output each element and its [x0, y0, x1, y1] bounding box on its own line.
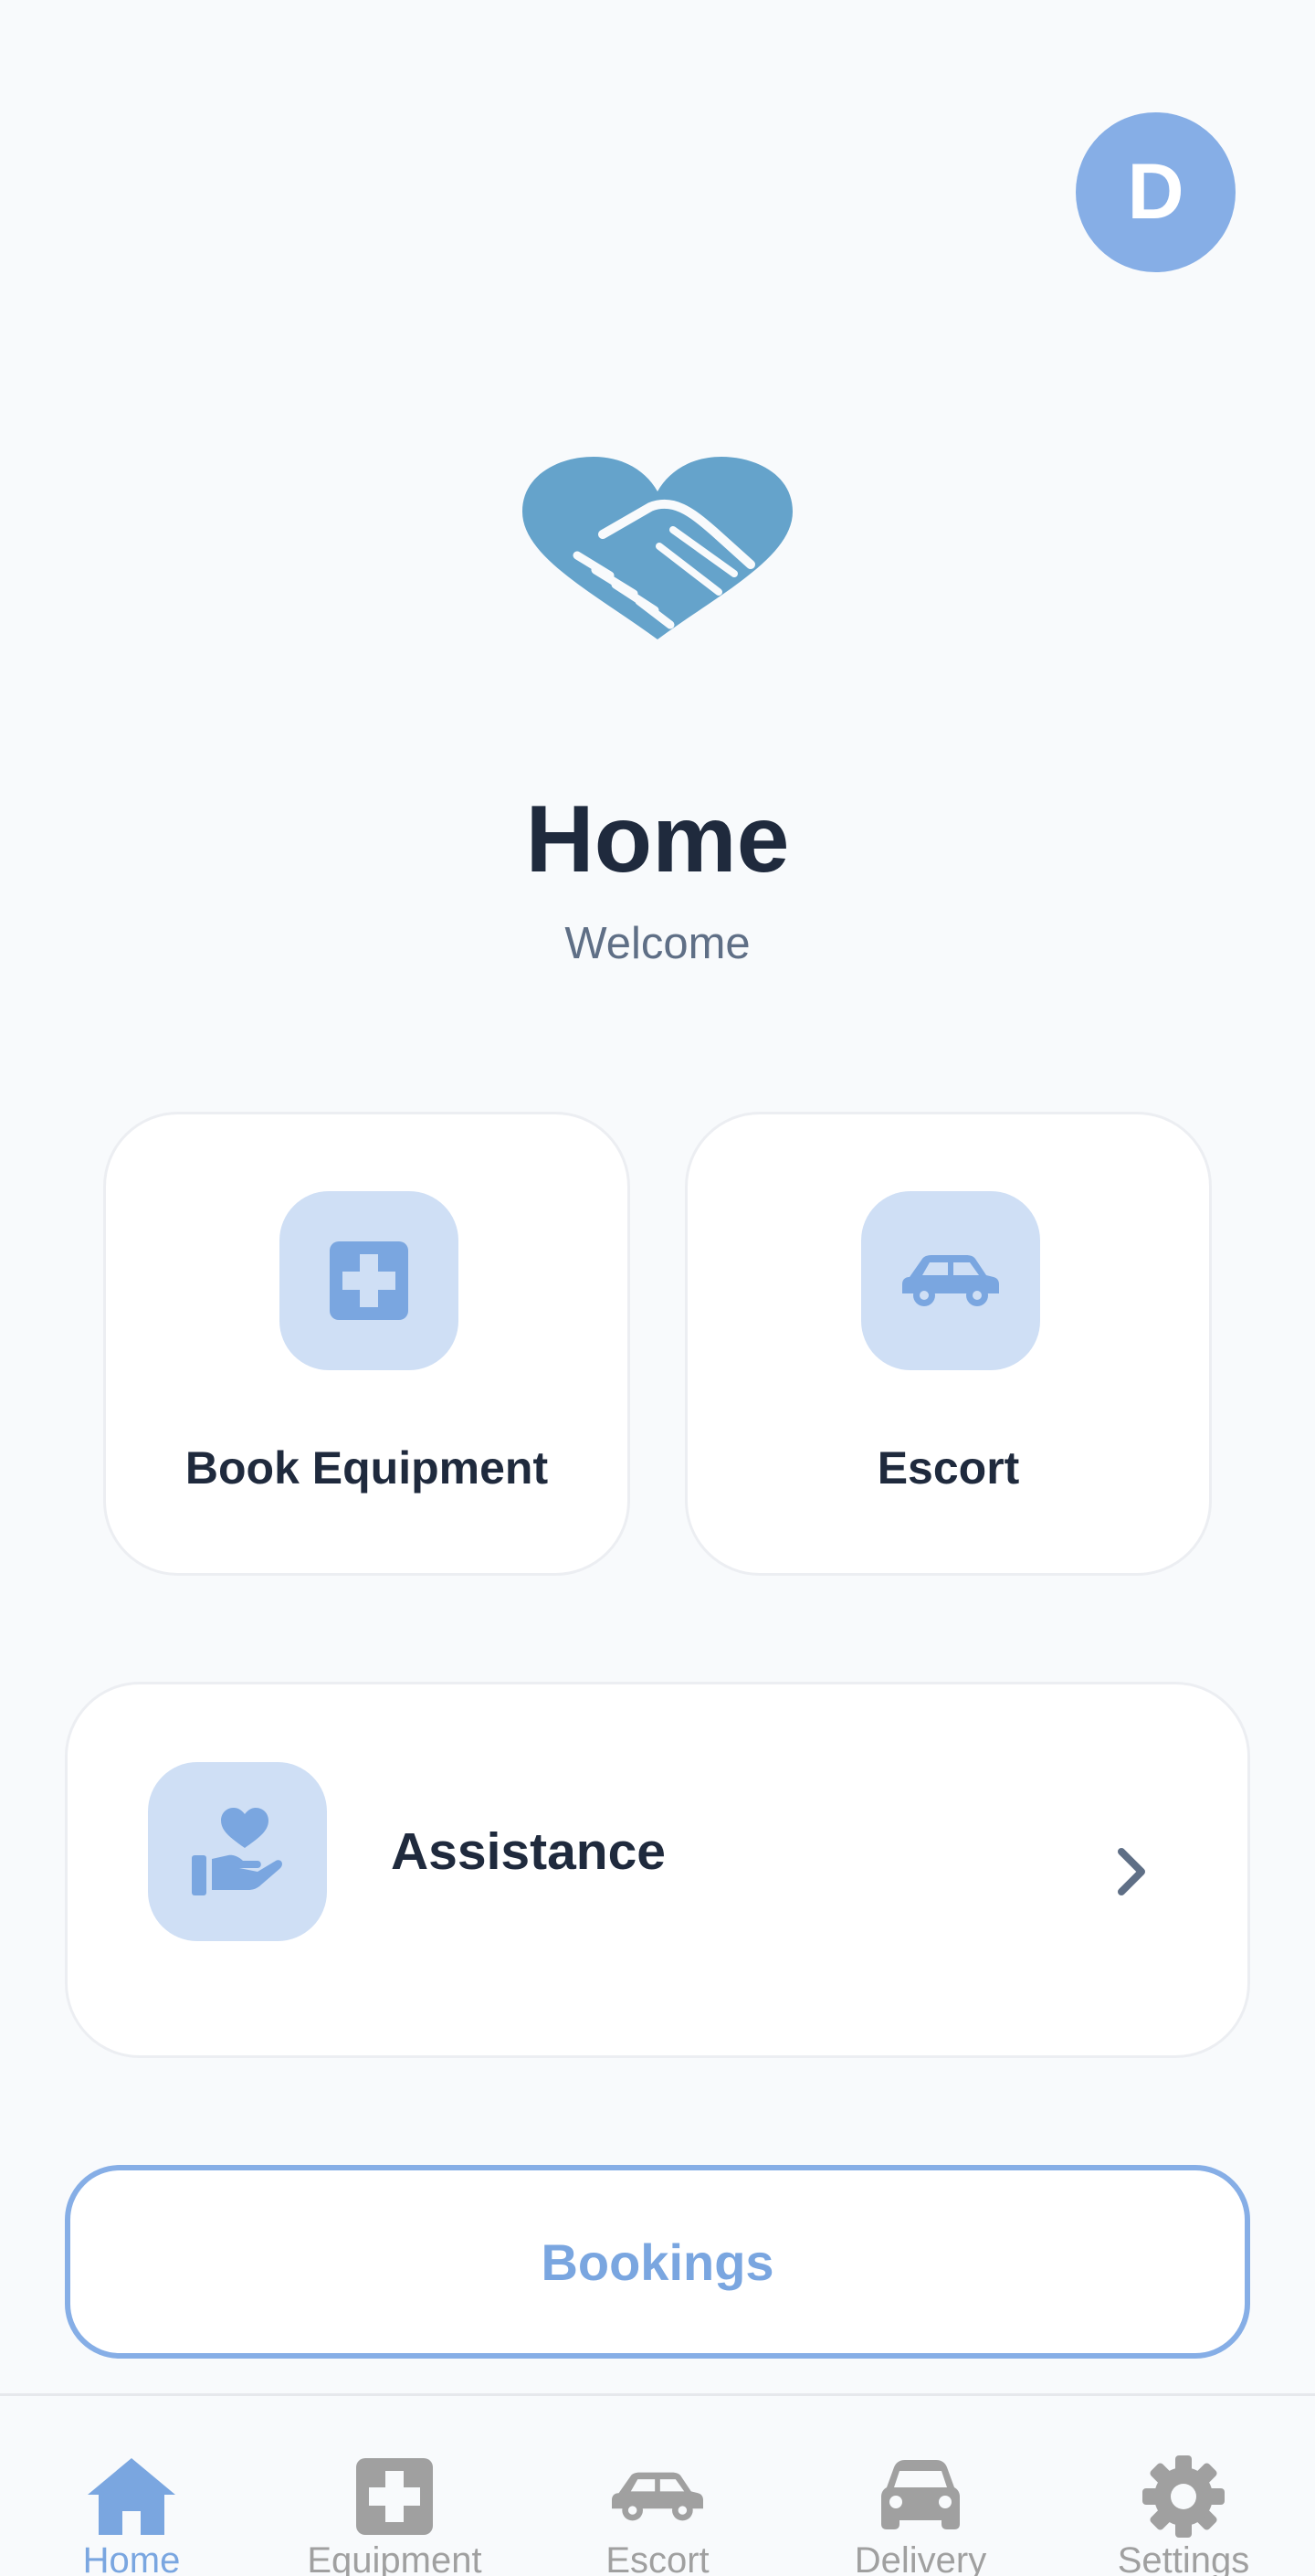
avatar-initial: D — [1127, 148, 1184, 236]
nav-item-delivery[interactable]: Delivery — [789, 2396, 1052, 2576]
row-icon-box — [148, 1762, 327, 1941]
home-icon — [86, 2455, 177, 2538]
tile-icon-box — [279, 1191, 458, 1370]
home-screen: D Home Welcome Book Equipment Escort Ass… — [0, 0, 1315, 2576]
medical-cross-icon — [330, 1241, 408, 1320]
bookings-label: Bookings — [541, 2233, 774, 2291]
escort-tile[interactable]: Escort — [685, 1112, 1212, 1576]
page-title: Home — [525, 787, 790, 892]
tile-icon-box — [861, 1191, 1040, 1370]
handshake-heart-icon — [522, 457, 793, 639]
medical-cross-icon — [349, 2455, 440, 2538]
nav-label: Delivery — [854, 2540, 987, 2576]
nav-label: Equipment — [307, 2540, 482, 2576]
nav-item-home[interactable]: Home — [0, 2396, 263, 2576]
nav-item-settings[interactable]: Settings — [1052, 2396, 1315, 2576]
page-subtitle: Welcome — [564, 919, 751, 968]
gear-icon — [1138, 2455, 1229, 2538]
chevron-right-icon — [1118, 1848, 1145, 1895]
car-icon — [902, 1255, 999, 1306]
delivery-car-icon — [875, 2455, 966, 2538]
tile-label: Escort — [877, 1442, 1020, 1494]
user-avatar[interactable]: D — [1076, 112, 1236, 272]
hand-heart-icon — [192, 1808, 282, 1895]
tile-label: Book Equipment — [184, 1442, 549, 1494]
bottom-nav: Home Equipment Escort Delivery Settings — [0, 2393, 1315, 2576]
nav-label: Settings — [1117, 2540, 1250, 2576]
nav-label: Escort — [605, 2540, 710, 2576]
car-icon — [612, 2455, 703, 2538]
nav-label: Home — [82, 2540, 181, 2576]
book-equipment-tile[interactable]: Book Equipment — [103, 1112, 630, 1576]
bookings-button[interactable]: Bookings — [65, 2165, 1250, 2359]
nav-item-escort[interactable]: Escort — [526, 2396, 789, 2576]
assistance-row[interactable]: Assistance — [65, 1682, 1250, 2058]
nav-item-equipment[interactable]: Equipment — [263, 2396, 526, 2576]
assistance-label: Assistance — [391, 1822, 667, 1881]
